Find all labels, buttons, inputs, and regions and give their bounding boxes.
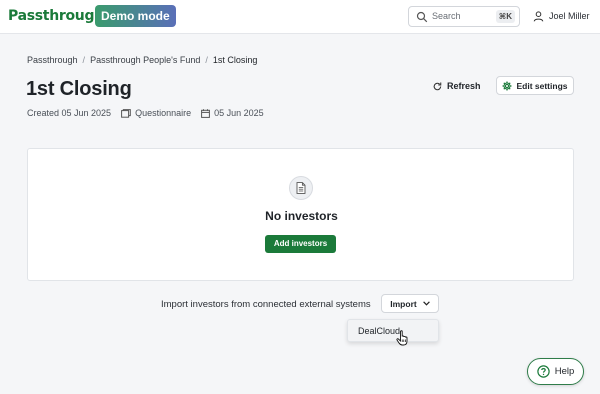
breadcrumb-item-current: 1st Closing bbox=[212, 55, 258, 65]
breadcrumb-item-fund[interactable]: Passthrough People's Fund bbox=[90, 55, 200, 65]
top-bar: Passthrough Demo mode Search ⌘K Joel Mil… bbox=[0, 0, 600, 34]
edit-settings-label: Edit settings bbox=[516, 80, 568, 91]
add-investors-button[interactable]: Add investors bbox=[265, 235, 336, 253]
closing-date: 05 Jun 2025 bbox=[201, 108, 264, 118]
app-logo[interactable]: Passthrough bbox=[8, 6, 104, 26]
refresh-button[interactable]: Refresh bbox=[433, 77, 481, 95]
created-date-text: Created 05 Jun 2025 bbox=[27, 108, 112, 118]
closing-meta: Created 05 Jun 2025 Questionnaire 05 Jun… bbox=[27, 108, 274, 118]
chevron-down-icon bbox=[422, 301, 430, 306]
search-icon bbox=[416, 11, 428, 23]
help-button[interactable]: Help bbox=[527, 358, 584, 385]
edit-settings-button[interactable]: Edit settings bbox=[496, 76, 574, 95]
questionnaire-type: Questionnaire bbox=[121, 108, 191, 118]
document-icon-container bbox=[289, 176, 313, 200]
import-dropdown-menu: DealCloud bbox=[347, 319, 439, 342]
search-placeholder: Search bbox=[432, 11, 461, 21]
user-name: Joel Miller bbox=[549, 11, 590, 21]
page-title: 1st Closing bbox=[26, 78, 132, 100]
user-icon bbox=[533, 11, 544, 22]
demo-mode-badge[interactable]: Demo mode bbox=[95, 5, 176, 27]
refresh-icon bbox=[433, 82, 442, 90]
import-dropdown-button[interactable]: Import bbox=[381, 294, 439, 313]
questionnaire-text: Questionnaire bbox=[135, 108, 192, 118]
breadcrumb-item-passthrough[interactable]: Passthrough bbox=[27, 55, 78, 65]
import-button-label: Import bbox=[390, 298, 417, 309]
empty-state-title: No investors bbox=[265, 209, 338, 223]
gear-icon bbox=[502, 81, 512, 90]
closing-date-text: 05 Jun 2025 bbox=[214, 108, 264, 118]
questionnaire-icon bbox=[121, 108, 131, 118]
import-label: Import investors from connected external… bbox=[161, 299, 371, 310]
document-icon bbox=[296, 182, 306, 194]
created-date: Created 05 Jun 2025 bbox=[27, 108, 111, 118]
calendar-icon bbox=[201, 108, 211, 118]
refresh-label: Refresh bbox=[447, 81, 481, 91]
dropdown-item-dealcloud[interactable]: DealCloud bbox=[358, 326, 400, 336]
search-shortcut-badge: ⌘K bbox=[495, 10, 515, 23]
investors-empty-state: No investors Add investors bbox=[27, 148, 574, 281]
hand-cursor-icon bbox=[396, 330, 408, 346]
breadcrumb: Passthrough / Passthrough People's Fund … bbox=[27, 55, 257, 65]
breadcrumb-separator: / bbox=[82, 55, 86, 65]
breadcrumb-separator: / bbox=[205, 55, 208, 65]
help-icon bbox=[537, 365, 550, 378]
search-input[interactable]: Search ⌘K bbox=[408, 6, 520, 27]
help-label: Help bbox=[554, 366, 575, 377]
